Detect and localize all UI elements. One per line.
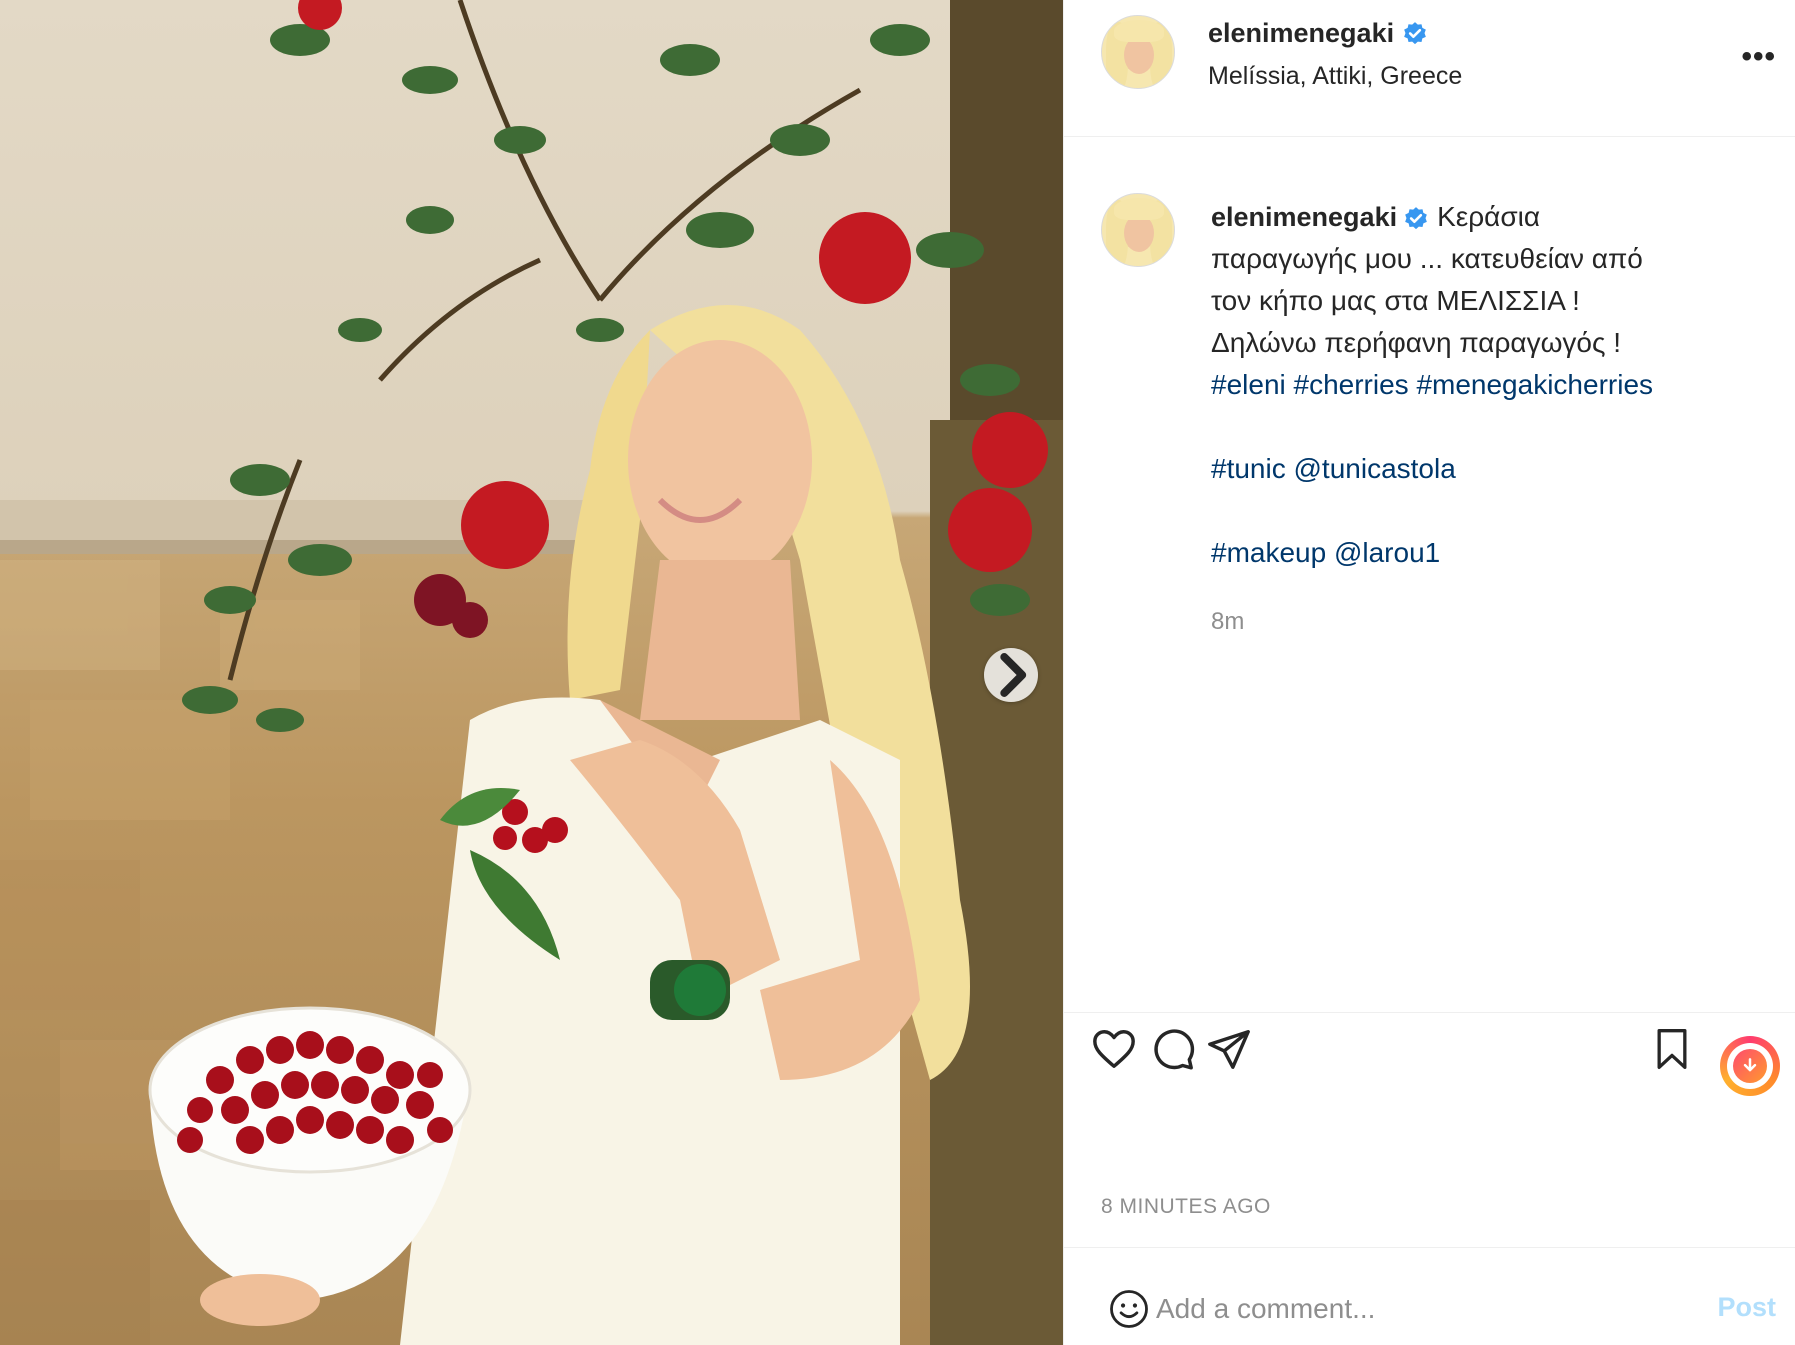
header-username[interactable]: elenimenegaki (1208, 18, 1394, 49)
post-location[interactable]: Melíssia, Attiki, Greece (1208, 62, 1462, 91)
photo-illustration (0, 0, 1063, 1345)
avatar[interactable] (1101, 15, 1175, 89)
smiley-icon[interactable] (1108, 1288, 1150, 1330)
header-user: elenimenegaki (1208, 18, 1428, 49)
download-icon (1733, 1049, 1767, 1083)
post-header: elenimenegaki Melíssia, Attiki, Greece •… (1064, 0, 1795, 137)
post-side-panel: elenimenegaki Melíssia, Attiki, Greece •… (1063, 0, 1795, 1345)
share-button[interactable] (1203, 1023, 1255, 1075)
heart-icon (1093, 1030, 1135, 1068)
caption-text: παραγωγής μου ... κατευθείαν από (1211, 243, 1643, 274)
caption-line-1: elenimenegaki Κεράσια (1211, 196, 1771, 238)
caption-text: Δηλώνω περήφανη παραγωγός ! (1211, 327, 1622, 358)
caption-text: τον κήπο μας στα ΜΕΛΙΣΣΙΑ ! (1211, 285, 1580, 316)
comment-input[interactable] (1156, 1286, 1676, 1332)
post-comment-button[interactable]: Post (1717, 1292, 1776, 1323)
comment-button[interactable] (1147, 1023, 1199, 1075)
caption-username[interactable]: elenimenegaki (1211, 202, 1397, 232)
verified-badge-icon (1405, 206, 1427, 229)
more-options-icon[interactable]: ••• (1741, 40, 1776, 74)
post-caption: elenimenegaki Κεράσια παραγωγής μου ... κ… (1211, 196, 1771, 574)
download-badge-inner (1727, 1043, 1773, 1089)
caption-makeup-credit[interactable]: #makeup @larou1 (1211, 532, 1771, 574)
like-button[interactable] (1088, 1023, 1140, 1075)
post-timestamp[interactable]: 8 MINUTES AGO (1101, 1195, 1271, 1219)
verified-badge-icon (1404, 21, 1426, 44)
divider (1064, 1012, 1795, 1013)
post-photo[interactable] (0, 0, 1063, 1345)
chevron-right-icon (1000, 653, 1027, 697)
caption-tunic-credit[interactable]: #tunic @tunicastola (1211, 448, 1771, 490)
comment-icon (1154, 1029, 1195, 1070)
bookmark-icon (1657, 1029, 1687, 1069)
caption-avatar[interactable] (1101, 193, 1175, 267)
save-button[interactable] (1646, 1023, 1698, 1075)
paper-plane-icon (1208, 1030, 1250, 1069)
download-extension-button[interactable] (1720, 1036, 1780, 1096)
caption-hashtags[interactable]: #eleni #cherries #menegakicherries (1211, 364, 1771, 406)
caption-text: Κεράσια (1437, 201, 1541, 232)
next-image-button[interactable] (984, 648, 1038, 702)
caption-age: 8m (1211, 608, 1245, 635)
comment-bar: Post (1064, 1247, 1795, 1345)
